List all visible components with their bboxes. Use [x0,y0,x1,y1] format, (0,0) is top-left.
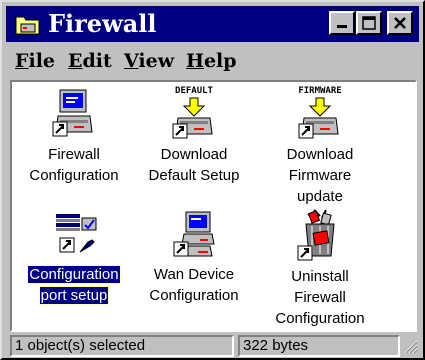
icon-label-line: update [297,188,343,205]
menu-file[interactable]: File [15,50,55,72]
status-size: 322 bytes [238,335,400,357]
maximize-icon [362,16,376,30]
close-icon [394,17,406,29]
firewall-window: Firewall File Edit View Help Firewall Co… [0,0,425,360]
icon-label-line: Firewall [48,146,100,163]
menu-help[interactable]: Help [186,50,237,72]
minimize-button[interactable] [329,11,355,35]
icon-label-line: Configuration [29,167,119,184]
minimize-icon [337,25,347,28]
wan-device-icon [173,211,215,257]
close-button[interactable] [387,11,413,35]
menu-view[interactable]: View [124,50,174,72]
icon-label-line: Configuration [149,287,239,304]
icon-firewall-configuration[interactable]: Firewall Configuration [14,82,134,204]
port-setup-icon [56,214,97,253]
icon-label-line: Uninstall [291,268,349,285]
icon-view[interactable]: Firewall Configuration DEFAULT Download … [10,80,417,332]
title-bar[interactable]: Firewall [6,6,419,42]
status-selection: 1 object(s) selected [10,335,234,357]
folder-icon [15,16,40,35]
icon-label-line: port setup [38,286,110,305]
computer-shortcut-icon [52,89,93,137]
icon-label-line: Download [160,146,228,163]
icon-label-line: Configuration [275,310,365,327]
badge-firmware: FIRMWARE [298,86,342,96]
uninstall-trash-icon [297,209,335,261]
status-bar: 1 object(s) selected 322 bytes [6,334,419,358]
window-title: Firewall [48,9,157,38]
icon-label-line: Default Setup [148,167,240,184]
menu-edit[interactable]: Edit [68,50,112,72]
menu-bar: File Edit View Help [6,46,419,76]
icon-uninstall-firewall-configuration[interactable]: Uninstall Firewall Configuration [260,206,380,330]
icon-label-line: Firmware [288,167,352,184]
icon-label-line: Firewall [294,289,346,306]
icon-wan-device-configuration[interactable]: Wan Device Configuration [134,206,254,330]
icon-label-line: Download [286,146,354,163]
icon-download-default-setup[interactable]: DEFAULT Download Default Setup [134,82,254,204]
badge-default: DEFAULT [175,86,213,96]
icon-configuration-port-setup[interactable]: Configuration port setup [14,206,134,330]
icon-label-line: Wan Device [153,266,235,283]
download-device-icon [298,97,339,139]
selected-label: Configuration port setup [14,264,134,306]
icon-label-line: Configuration [27,265,121,284]
maximize-button[interactable] [356,11,382,35]
resize-grip-icon[interactable] [404,340,418,354]
download-device-icon [172,97,213,139]
icon-download-firmware-update[interactable]: FIRMWARE Download Firmware update [260,82,380,205]
